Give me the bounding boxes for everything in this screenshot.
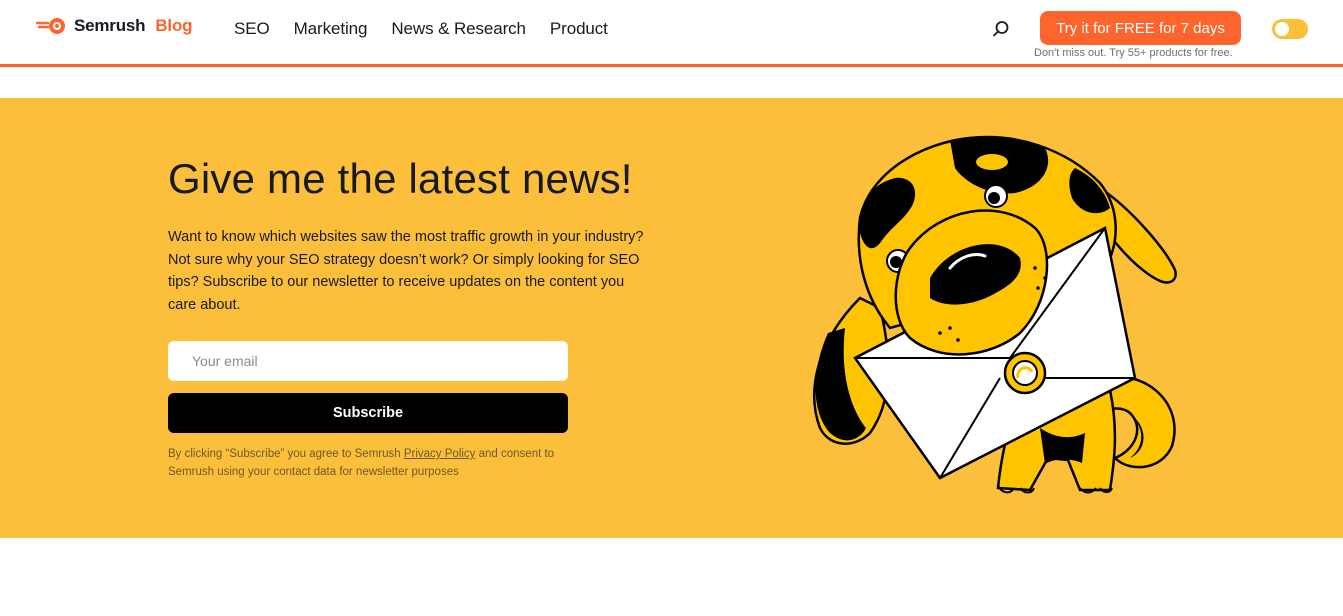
subscribe-button[interactable]: Subscribe xyxy=(168,393,568,433)
semrush-logo-icon xyxy=(36,18,65,34)
semrush-blog-logo[interactable]: Semrush Blog xyxy=(36,14,193,38)
free-trial-button[interactable]: Try it for FREE for 7 days xyxy=(1040,11,1241,45)
search-button[interactable] xyxy=(990,18,1012,40)
newsletter-title: Give me the latest news! xyxy=(168,155,633,202)
free-trial-subtext: Don't miss out. Try 55+ products for fre… xyxy=(1034,47,1233,59)
nav-item-seo[interactable]: SEO xyxy=(234,18,270,40)
email-field[interactable] xyxy=(168,341,568,381)
logo-brand-text: Semrush xyxy=(74,16,146,35)
newsletter-section: Give me the latest news! Want to know wh… xyxy=(0,98,1343,538)
toggle-knob xyxy=(1275,22,1289,36)
logo-blog-text: Blog xyxy=(155,16,193,35)
nav-item-marketing[interactable]: Marketing xyxy=(294,18,368,40)
theme-toggle[interactable] xyxy=(1272,19,1308,39)
site-header: Semrush Blog SEO Marketing News & Resear… xyxy=(0,0,1343,64)
newsletter-description: Want to know which websites saw the most… xyxy=(168,229,644,313)
header-accent-line xyxy=(0,64,1343,67)
nav-item-news-research[interactable]: News & Research xyxy=(391,18,526,40)
consent-text-before: By clicking “Subscribe” you agree to Sem… xyxy=(168,448,404,460)
consent-text: By clicking “Subscribe” you agree to Sem… xyxy=(168,445,588,481)
search-icon xyxy=(993,21,1009,37)
nav-item-product[interactable]: Product xyxy=(550,18,608,40)
dog-envelope-illustration xyxy=(813,135,1177,494)
privacy-policy-link[interactable]: Privacy Policy xyxy=(404,448,476,460)
main-nav: SEO Marketing News & Research Product xyxy=(234,18,608,40)
